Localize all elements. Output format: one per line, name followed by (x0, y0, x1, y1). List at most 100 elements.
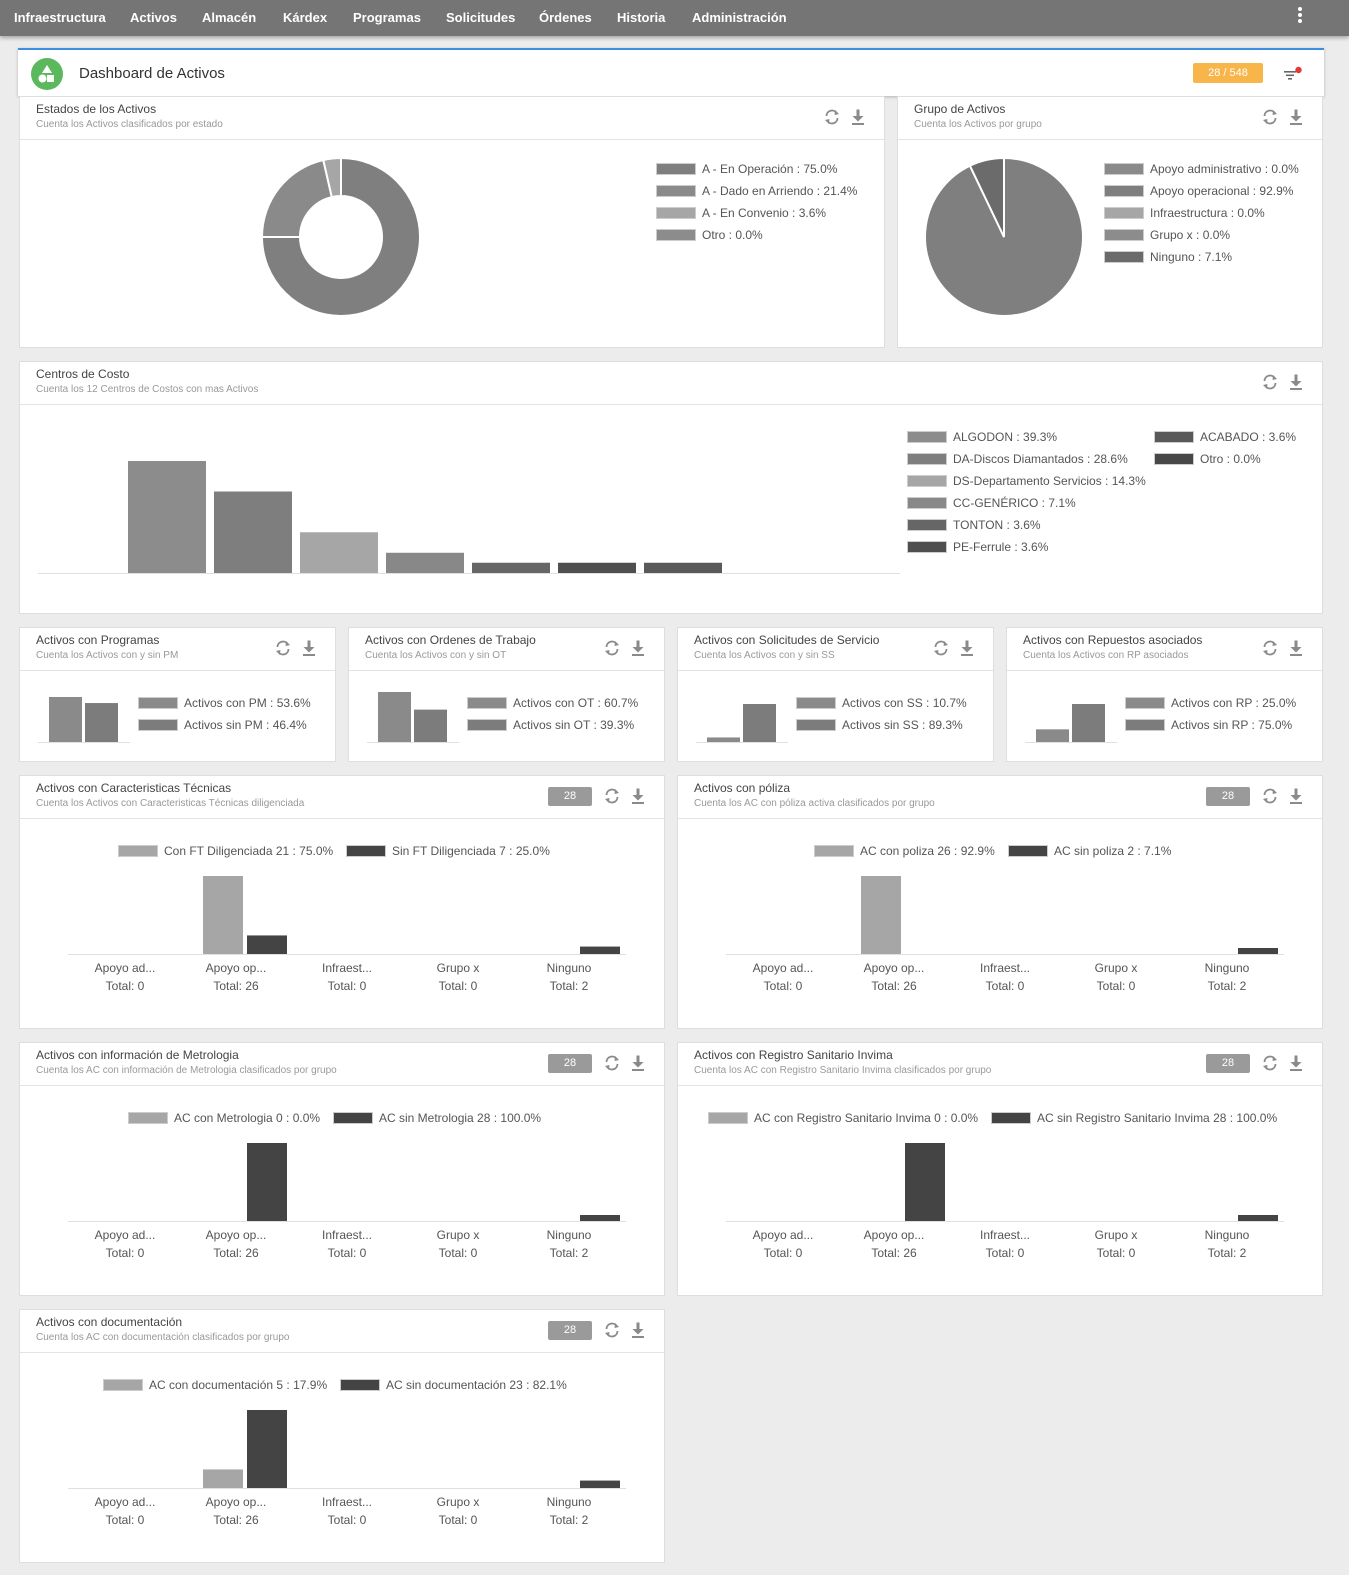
legend-swatch (656, 229, 696, 241)
x-tick-label: Infraest... (979, 961, 1031, 975)
refresh-icon[interactable] (1261, 787, 1279, 805)
legend-label: Con FT Diligenciada 21 : 75.0% (164, 844, 334, 858)
x-tick-label: Grupo x (1094, 961, 1138, 975)
bar (49, 697, 82, 742)
nav-item-historia[interactable]: Historia (617, 10, 665, 25)
category-total: Total: 26 (871, 979, 917, 993)
legend-item[interactable]: Activos sin PM : 46.4% (138, 714, 307, 736)
legend-swatch (467, 697, 507, 709)
legend-item[interactable]: Grupo x : 0.0% (1104, 224, 1230, 246)
legend-item[interactable]: Sin FT Diligenciada 7 : 25.0% (346, 840, 550, 862)
download-icon[interactable] (1287, 787, 1305, 805)
legend-item[interactable]: AC con documentación 5 : 17.9% (103, 1374, 327, 1396)
refresh-icon[interactable] (1261, 108, 1279, 126)
refresh-icon[interactable] (1261, 1054, 1279, 1072)
filter-icon[interactable] (1282, 66, 1302, 82)
refresh-icon[interactable] (1261, 373, 1279, 391)
refresh-icon[interactable] (932, 639, 950, 657)
legend-item[interactable]: CC-GENÉRICO : 7.1% (907, 492, 1076, 514)
legend-item[interactable]: ALGODON : 39.3% (907, 426, 1057, 448)
refresh-icon[interactable] (603, 1054, 621, 1072)
nav-item-solicitudes[interactable]: Solicitudes (446, 10, 515, 25)
x-tick-label: Grupo x (436, 961, 480, 975)
legend-item[interactable]: Activos con OT : 60.7% (467, 692, 638, 714)
download-icon[interactable] (849, 108, 867, 126)
refresh-icon[interactable] (603, 639, 621, 657)
legend-item[interactable]: Apoyo operacional : 92.9% (1104, 180, 1293, 202)
legend-label: Grupo x : 0.0% (1150, 228, 1231, 242)
refresh-icon[interactable] (1261, 639, 1279, 657)
download-icon[interactable] (300, 639, 318, 657)
legend-item[interactable]: Activos sin RP : 75.0% (1125, 714, 1292, 736)
legend-item[interactable]: TONTON : 3.6% (907, 514, 1041, 536)
nav-item-infraestructura[interactable]: Infraestructura (14, 10, 106, 25)
legend-item[interactable]: AC con Metrologia 0 : 0.0% (128, 1107, 320, 1129)
category-total: Total: 0 (105, 1513, 145, 1527)
refresh-icon[interactable] (603, 1321, 621, 1339)
legend-item[interactable]: Activos sin OT : 39.3% (467, 714, 634, 736)
legend-swatch (138, 697, 178, 709)
legend-item[interactable]: ACABADO : 3.6% (1154, 426, 1296, 448)
download-icon[interactable] (629, 1321, 647, 1339)
download-icon[interactable] (1287, 1054, 1305, 1072)
refresh-icon[interactable] (274, 639, 292, 657)
category-total: Total: 0 (105, 979, 145, 993)
download-icon[interactable] (1287, 108, 1305, 126)
nav-item-ordenes[interactable]: Órdenes (539, 10, 592, 25)
legend-item[interactable]: Activos con SS : 10.7% (796, 692, 967, 714)
legend-item[interactable]: PE-Ferrule : 3.6% (907, 536, 1048, 558)
legend-item[interactable]: DA-Discos Diamantados : 28.6% (907, 448, 1128, 470)
legend-swatch (1104, 163, 1144, 175)
legend-label: DS-Departamento Servicios : 14.3% (953, 474, 1146, 488)
legend-item[interactable]: A - En Operación : 75.0% (656, 158, 837, 180)
nav-item-kardex[interactable]: Kárdex (283, 10, 327, 25)
legend-item[interactable]: A - En Convenio : 3.6% (656, 202, 826, 224)
legend-item[interactable]: Activos con PM : 53.6% (138, 692, 311, 714)
download-icon[interactable] (958, 639, 976, 657)
x-tick-label: Apoyo ad... (752, 1228, 814, 1242)
legend-item[interactable]: Otro : 0.0% (1154, 448, 1261, 470)
legend-item[interactable]: Activos con RP : 25.0% (1125, 692, 1296, 714)
nav-item-programas[interactable]: Programas (353, 10, 421, 25)
legend-item[interactable]: AC sin Registro Sanitario Invima 28 : 10… (991, 1107, 1277, 1129)
nav-item-activos[interactable]: Activos (130, 10, 177, 25)
legend-swatch (907, 519, 947, 531)
x-tick-label: Apoyo ad... (94, 1495, 156, 1509)
legend-swatch (907, 431, 947, 443)
legend-item[interactable]: AC con poliza 26 : 92.9% (814, 840, 995, 862)
download-icon[interactable] (629, 787, 647, 805)
x-tick-label: Apoyo ad... (94, 961, 156, 975)
refresh-icon[interactable] (603, 787, 621, 805)
download-icon[interactable] (629, 639, 647, 657)
download-icon[interactable] (1287, 373, 1305, 391)
more-vert-icon[interactable] (1297, 7, 1303, 27)
top-navigation: Infraestructura Activos Almacén Kárdex P… (0, 0, 1349, 36)
nav-item-almacen[interactable]: Almacén (202, 10, 256, 25)
category-total: Total: 26 (213, 979, 259, 993)
legend-swatch (1154, 453, 1194, 465)
legend-item[interactable]: A - Dado en Arriendo : 21.4% (656, 180, 857, 202)
legend-item[interactable]: Con FT Diligenciada 21 : 75.0% (118, 840, 333, 862)
legend-item[interactable]: Activos sin SS : 89.3% (796, 714, 963, 736)
legend-item[interactable]: AC sin documentación 23 : 82.1% (340, 1374, 567, 1396)
refresh-icon[interactable] (823, 108, 841, 126)
legend-item[interactable]: AC con Registro Sanitario Invima 0 : 0.0… (708, 1107, 978, 1129)
x-tick-label: Apoyo op... (205, 1495, 267, 1509)
legend-item[interactable]: AC sin Metrologia 28 : 100.0% (333, 1107, 541, 1129)
legend-swatch (708, 1112, 748, 1124)
legend-item[interactable]: Infraestructura : 0.0% (1104, 202, 1265, 224)
legend-item[interactable]: Ninguno : 7.1% (1104, 246, 1232, 268)
legend-item[interactable]: AC sin poliza 2 : 7.1% (1008, 840, 1171, 862)
panel-ordenes: Activos con Ordenes de Trabajo Cuenta los… (348, 627, 665, 762)
legend-label: Apoyo operacional : 92.9% (1150, 184, 1294, 198)
download-icon[interactable] (629, 1054, 647, 1072)
legend-item[interactable]: Apoyo administrativo : 0.0% (1104, 158, 1299, 180)
legend-swatch (1154, 431, 1194, 443)
download-icon[interactable] (1287, 639, 1305, 657)
count-badge[interactable]: 28 / 548 (1193, 63, 1263, 83)
legend-item[interactable]: Otro : 0.0% (656, 224, 763, 246)
legend-item[interactable]: DS-Departamento Servicios : 14.3% (907, 470, 1146, 492)
bar (743, 704, 776, 742)
nav-item-administracion[interactable]: Administración (692, 10, 787, 25)
legend-swatch (333, 1112, 373, 1124)
